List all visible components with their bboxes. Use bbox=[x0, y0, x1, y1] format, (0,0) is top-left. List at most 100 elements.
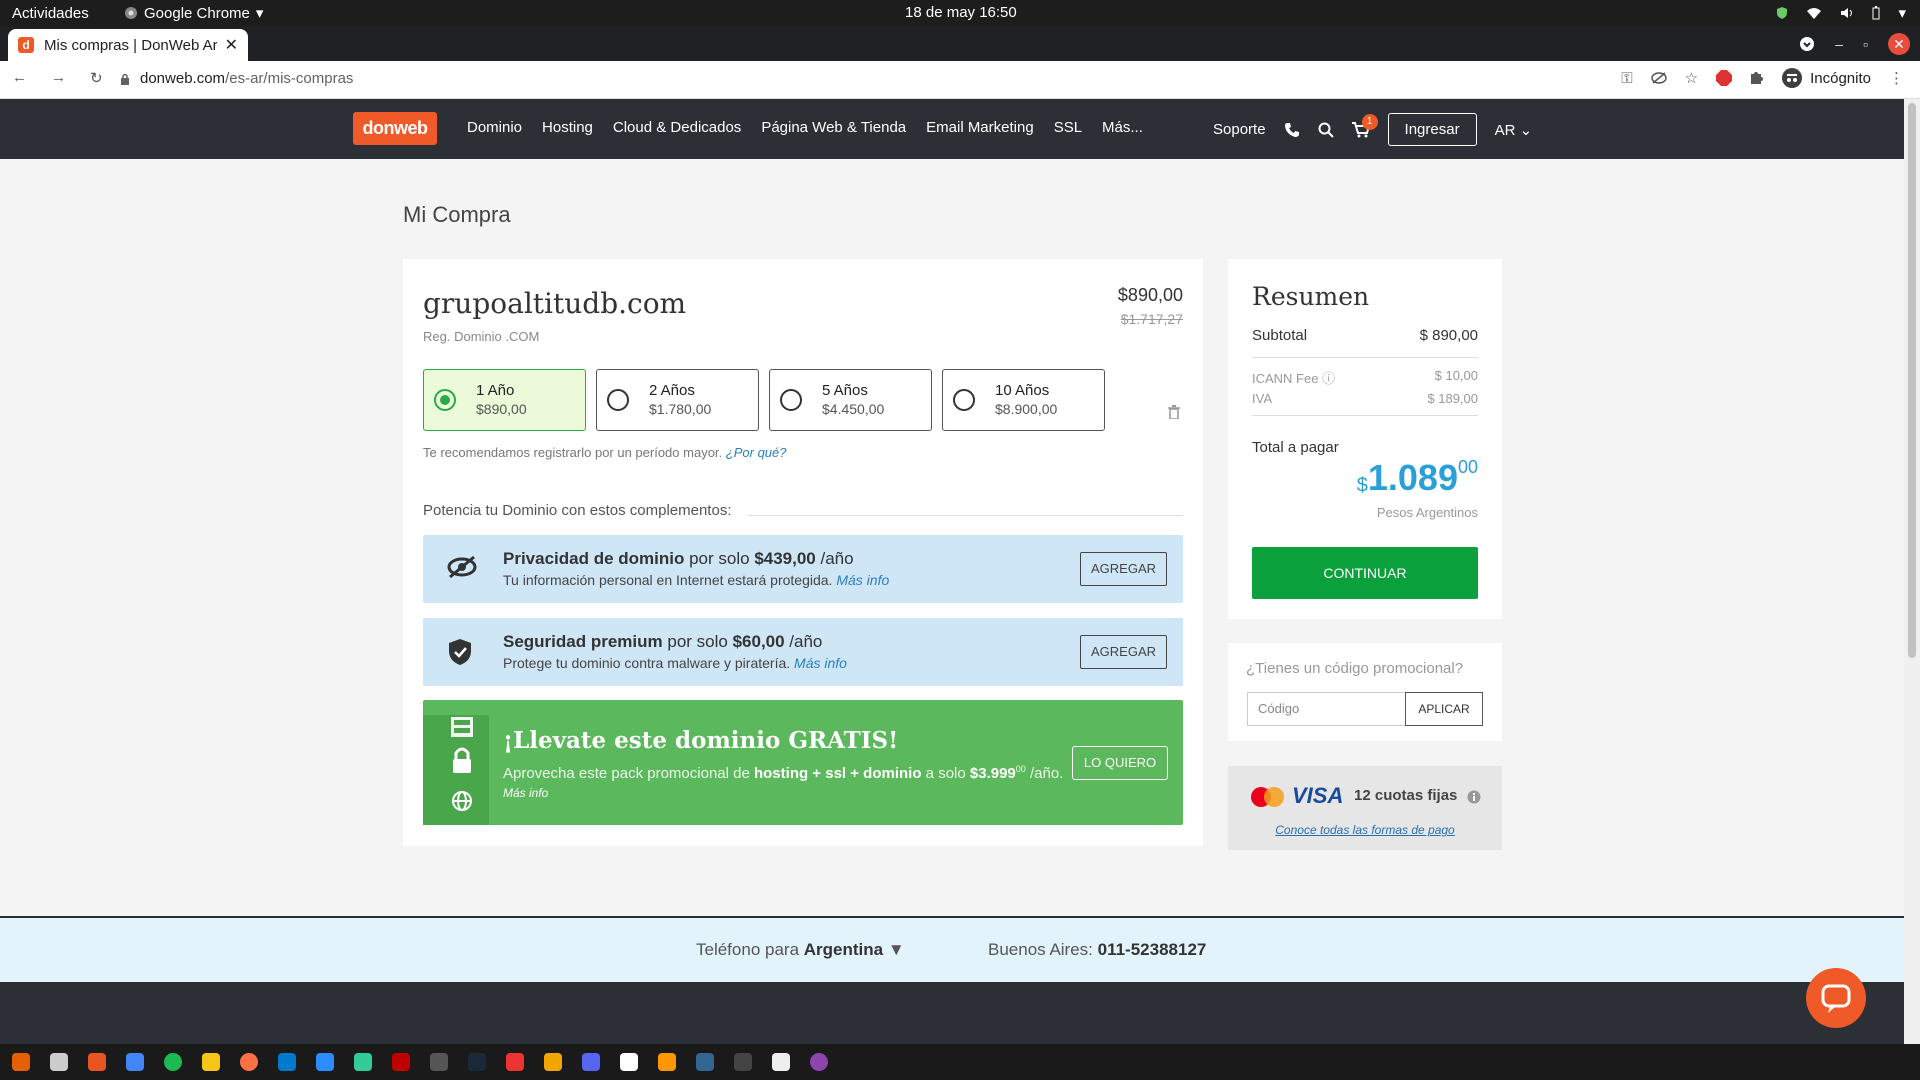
reload-icon[interactable]: ↻ bbox=[90, 69, 103, 87]
period-option-2[interactable]: 2 Años $1.780,00 bbox=[596, 369, 759, 431]
browser-tab[interactable]: d Mis compras | DonWeb Ar ✕ bbox=[8, 29, 248, 61]
clock[interactable]: 18 de may 16:50 bbox=[905, 4, 1017, 21]
search-icon[interactable] bbox=[1318, 122, 1334, 138]
browser-toolbar: ← → ↻ donweb.com/es-ar/mis-compras ⚿ ☆ I… bbox=[0, 61, 1920, 99]
nav-cloud[interactable]: Cloud & Dedicados bbox=[613, 119, 741, 136]
maximize-button[interactable]: ▫ bbox=[1863, 36, 1868, 52]
os-top-bar: Actividades Google Chrome ▾ 18 de may 16… bbox=[0, 0, 1920, 27]
nav-email-marketing[interactable]: Email Marketing bbox=[926, 119, 1034, 136]
activities-button[interactable]: Actividades bbox=[12, 5, 89, 22]
filezilla-icon[interactable] bbox=[392, 1053, 410, 1071]
period-option-5[interactable]: 5 Años $4.450,00 bbox=[769, 369, 932, 431]
lo-quiero-button[interactable]: LO QUIERO bbox=[1072, 746, 1168, 780]
vscode-icon[interactable] bbox=[278, 1053, 296, 1071]
notion-icon[interactable] bbox=[620, 1053, 638, 1071]
incognito-indicator[interactable]: Incógnito bbox=[1782, 68, 1871, 88]
lock-icon bbox=[120, 73, 130, 85]
trash-icon[interactable] bbox=[1168, 405, 1180, 419]
adblock-icon[interactable] bbox=[1716, 70, 1733, 86]
tab-search-icon[interactable] bbox=[1799, 36, 1815, 52]
radio-button[interactable] bbox=[953, 389, 975, 411]
add-security-button[interactable]: AGREGAR bbox=[1080, 635, 1167, 669]
bookmark-star-icon[interactable]: ☆ bbox=[1685, 69, 1698, 87]
app-menu[interactable]: Google Chrome ▾ bbox=[124, 4, 263, 22]
period-option-10[interactable]: 10 Años $8.900,00 bbox=[942, 369, 1105, 431]
back-icon[interactable]: ← bbox=[12, 69, 27, 87]
app-icon[interactable] bbox=[544, 1053, 562, 1071]
notes-icon[interactable] bbox=[202, 1053, 220, 1071]
nav-mas[interactable]: Más... bbox=[1102, 119, 1143, 136]
zoom-icon[interactable] bbox=[316, 1053, 334, 1071]
key-icon[interactable]: ⚿ bbox=[1621, 70, 1632, 87]
chrome-icon[interactable] bbox=[126, 1053, 144, 1071]
nav-pagina-web[interactable]: Página Web & Tienda bbox=[761, 119, 906, 136]
app-icon[interactable] bbox=[772, 1053, 790, 1071]
close-window-button[interactable]: ✕ bbox=[1888, 33, 1910, 55]
eye-off-icon[interactable] bbox=[1650, 72, 1667, 84]
chat-button[interactable] bbox=[1806, 968, 1866, 1028]
more-info-link[interactable]: Más info bbox=[794, 655, 847, 671]
steam-icon[interactable] bbox=[468, 1053, 486, 1071]
promo-code-question: ¿Tienes un código promocional? bbox=[1246, 660, 1464, 677]
icann-label-wrap: ICANN Fee ⓘ bbox=[1252, 368, 1335, 387]
payment-methods-link[interactable]: Conoce todas las formas de pago bbox=[1228, 823, 1502, 837]
info-icon[interactable]: ⓘ bbox=[1322, 371, 1335, 386]
phone-icon[interactable] bbox=[1284, 122, 1300, 138]
country-selector[interactable]: AR ⌄ bbox=[1495, 121, 1533, 139]
promo-code-input[interactable]: Código bbox=[1247, 692, 1405, 726]
spotify-icon[interactable] bbox=[164, 1053, 182, 1071]
kebab-menu-icon[interactable]: ⋮ bbox=[1889, 69, 1904, 87]
add-privacy-button[interactable]: AGREGAR bbox=[1080, 552, 1167, 586]
country-phone-selector[interactable]: Teléfono para Argentina ▼ bbox=[696, 940, 905, 960]
nav-dominio[interactable]: Dominio bbox=[467, 119, 522, 136]
donweb-logo[interactable]: donweb bbox=[353, 112, 437, 145]
toolbar-actions: ⚿ ☆ Incógnito ⋮ bbox=[1621, 68, 1904, 88]
close-tab-icon[interactable]: ✕ bbox=[225, 35, 238, 55]
app-icon[interactable] bbox=[430, 1053, 448, 1071]
site-header: donweb Dominio Hosting Cloud & Dedicados… bbox=[0, 99, 1904, 159]
address-bar[interactable]: donweb.com/es-ar/mis-compras bbox=[120, 70, 353, 87]
terminal-icon[interactable] bbox=[734, 1053, 752, 1071]
addon-per: /año bbox=[784, 632, 823, 651]
shield-check-icon bbox=[447, 638, 473, 666]
continue-button[interactable]: CONTINUAR bbox=[1252, 547, 1478, 599]
header-actions: Soporte 1 Ingresar AR ⌄ bbox=[1213, 113, 1532, 146]
why-link[interactable]: ¿Por qué? bbox=[726, 445, 787, 460]
radio-button[interactable] bbox=[434, 389, 456, 411]
system-tray[interactable]: ▾ bbox=[1776, 4, 1906, 22]
nav-ssl[interactable]: SSL bbox=[1054, 119, 1082, 136]
radio-button[interactable] bbox=[607, 389, 629, 411]
sublime-icon[interactable] bbox=[658, 1053, 676, 1071]
total-label: Total a pagar bbox=[1252, 439, 1339, 456]
software-icon[interactable] bbox=[88, 1053, 106, 1071]
discord-icon[interactable] bbox=[582, 1053, 600, 1071]
complements-heading: Potencia tu Dominio con estos complement… bbox=[423, 502, 1183, 519]
minimize-button[interactable]: – bbox=[1835, 36, 1843, 52]
page-title: Mi Compra bbox=[403, 202, 511, 227]
app-icon[interactable] bbox=[506, 1053, 524, 1071]
pgadmin-icon[interactable] bbox=[696, 1053, 714, 1071]
more-info-link[interactable]: Más info bbox=[836, 572, 889, 588]
iva-label: IVA bbox=[1252, 391, 1272, 406]
firefox-icon[interactable] bbox=[12, 1053, 30, 1071]
apply-button[interactable]: APLICAR bbox=[1405, 692, 1483, 726]
volume-icon bbox=[1840, 7, 1854, 19]
scrollbar-thumb[interactable] bbox=[1908, 103, 1916, 658]
promo-more-info-link[interactable]: Más info bbox=[503, 786, 548, 800]
github-icon[interactable] bbox=[810, 1053, 828, 1071]
nav-hosting[interactable]: Hosting bbox=[542, 119, 593, 136]
app-icon[interactable] bbox=[354, 1053, 372, 1071]
addon-name: Privacidad de dominio bbox=[503, 549, 685, 568]
radio-button[interactable] bbox=[780, 389, 802, 411]
forward-icon[interactable]: → bbox=[51, 69, 66, 87]
info-icon[interactable] bbox=[1467, 790, 1481, 804]
postman-icon[interactable] bbox=[240, 1053, 258, 1071]
extensions-puzzle-icon[interactable] bbox=[1750, 71, 1764, 85]
cart-button[interactable]: 1 bbox=[1351, 113, 1378, 138]
support-link[interactable]: Soporte bbox=[1213, 121, 1266, 138]
period-option-1[interactable]: 1 Año $890,00 bbox=[423, 369, 586, 431]
page-scrollbar[interactable] bbox=[1904, 99, 1920, 1044]
chrome-icon bbox=[124, 6, 138, 20]
login-button[interactable]: Ingresar bbox=[1387, 113, 1477, 146]
files-icon[interactable] bbox=[50, 1053, 68, 1071]
